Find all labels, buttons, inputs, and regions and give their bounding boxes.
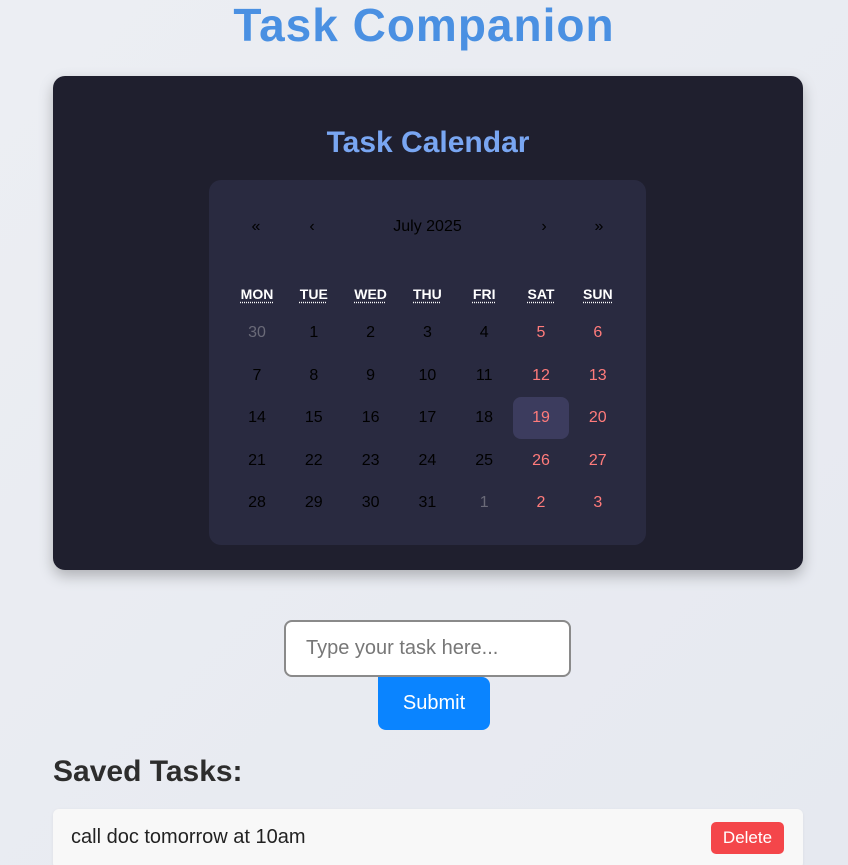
calendar-day[interactable]: 28 — [229, 482, 285, 524]
weekday-label: TUE — [299, 286, 328, 302]
calendar-widget: « ‹ July 2025 › » MON TUE WED THU FRI SAT SUN … — [209, 180, 646, 545]
task-list-item: call doc tomorrow at 10am Delete — [53, 809, 803, 865]
calendar-day[interactable]: 15 — [286, 397, 342, 439]
calendar-day[interactable]: 24 — [399, 440, 455, 482]
calendar-day[interactable]: 19 — [513, 397, 569, 439]
prev-year-button[interactable]: « — [241, 214, 271, 240]
calendar-day[interactable]: 27 — [570, 440, 626, 482]
task-input[interactable] — [284, 620, 571, 677]
calendar-day[interactable]: 5 — [513, 312, 569, 354]
calendar-day[interactable]: 30 — [229, 312, 285, 354]
delete-task-button[interactable]: Delete — [711, 822, 784, 854]
weekday-mon: MON — [229, 284, 285, 304]
calendar-day[interactable]: 11 — [456, 355, 512, 397]
weekday-label: SAT — [527, 286, 555, 302]
weekday-fri: FRI — [456, 284, 512, 304]
calendar-panel: Task Calendar « ‹ July 2025 › » MON TUE WE… — [53, 76, 803, 570]
weekday-tue: TUE — [286, 284, 342, 304]
calendar-heading: Task Calendar — [326, 126, 530, 159]
weekday-wed: WED — [343, 284, 399, 304]
calendar-day[interactable]: 16 — [343, 397, 399, 439]
calendar-day[interactable]: 8 — [286, 355, 342, 397]
calendar-day[interactable]: 31 — [399, 482, 455, 524]
calendar-day[interactable]: 29 — [286, 482, 342, 524]
weekday-sat: SAT — [513, 284, 569, 304]
submit-button[interactable]: Submit — [378, 677, 490, 730]
weekday-label: WED — [354, 286, 387, 302]
calendar-day[interactable]: 20 — [570, 397, 626, 439]
weekday-label: FRI — [472, 286, 496, 302]
task-text: call doc tomorrow at 10am — [71, 826, 306, 848]
weekday-label: THU — [413, 286, 442, 302]
calendar-day[interactable]: 3 — [570, 482, 626, 524]
calendar-day[interactable]: 17 — [399, 397, 455, 439]
calendar-day[interactable]: 23 — [343, 440, 399, 482]
calendar-day[interactable]: 22 — [286, 440, 342, 482]
calendar-day[interactable]: 12 — [513, 355, 569, 397]
weekday-label: MON — [240, 286, 274, 302]
calendar-day[interactable]: 18 — [456, 397, 512, 439]
prev-month-button[interactable]: ‹ — [297, 214, 327, 240]
next-year-button[interactable]: » — [584, 214, 614, 240]
calendar-day[interactable]: 4 — [456, 312, 512, 354]
app-title: Task Companion — [233, 0, 615, 51]
calendar-day[interactable]: 7 — [229, 355, 285, 397]
calendar-day[interactable]: 25 — [456, 440, 512, 482]
calendar-day[interactable]: 30 — [343, 482, 399, 524]
calendar-day[interactable]: 9 — [343, 355, 399, 397]
calendar-day[interactable]: 3 — [399, 312, 455, 354]
saved-tasks-heading: Saved Tasks: — [53, 755, 243, 788]
calendar-day[interactable]: 14 — [229, 397, 285, 439]
calendar-day[interactable]: 2 — [513, 482, 569, 524]
calendar-day[interactable]: 13 — [570, 355, 626, 397]
calendar-day[interactable]: 21 — [229, 440, 285, 482]
calendar-day[interactable]: 6 — [570, 312, 626, 354]
calendar-day[interactable]: 1 — [286, 312, 342, 354]
month-label[interactable]: July 2025 — [349, 214, 506, 240]
calendar-day[interactable]: 2 — [343, 312, 399, 354]
calendar-day[interactable]: 26 — [513, 440, 569, 482]
calendar-day[interactable]: 1 — [456, 482, 512, 524]
weekday-thu: THU — [399, 284, 455, 304]
next-month-button[interactable]: › — [529, 214, 559, 240]
weekday-sun: SUN — [570, 284, 626, 304]
weekday-label: SUN — [583, 286, 613, 302]
calendar-day[interactable]: 10 — [399, 355, 455, 397]
